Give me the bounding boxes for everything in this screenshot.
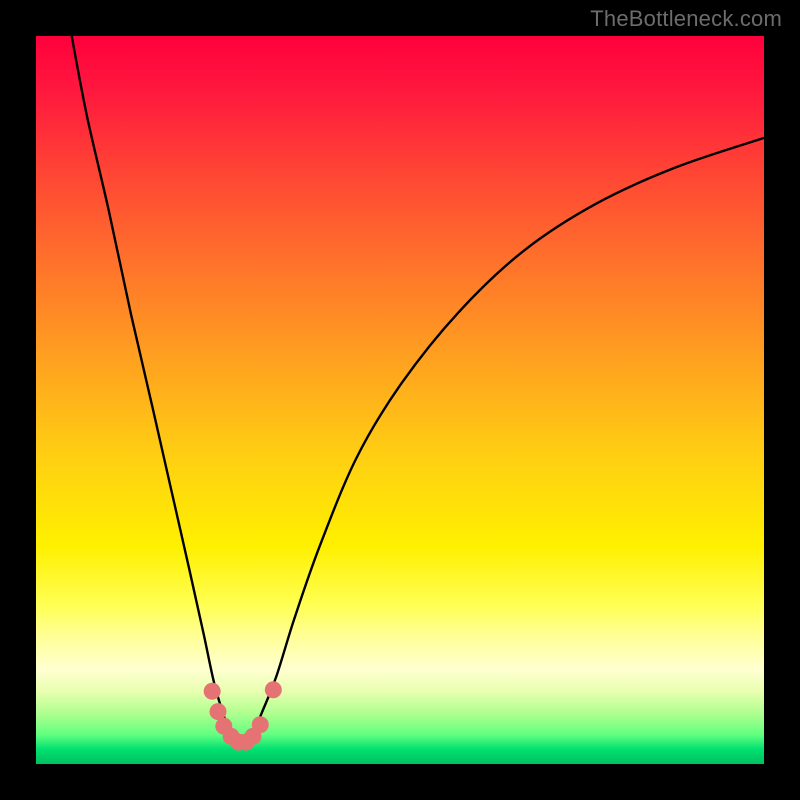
data-marker — [252, 716, 269, 733]
bottleneck-curve — [72, 36, 764, 748]
data-marker — [204, 683, 221, 700]
watermark-text: TheBottleneck.com — [590, 6, 782, 32]
plot-area — [36, 36, 764, 764]
chart-frame: TheBottleneck.com — [0, 0, 800, 800]
data-marker — [265, 681, 282, 698]
data-marker — [210, 703, 227, 720]
curve-layer — [36, 36, 764, 764]
